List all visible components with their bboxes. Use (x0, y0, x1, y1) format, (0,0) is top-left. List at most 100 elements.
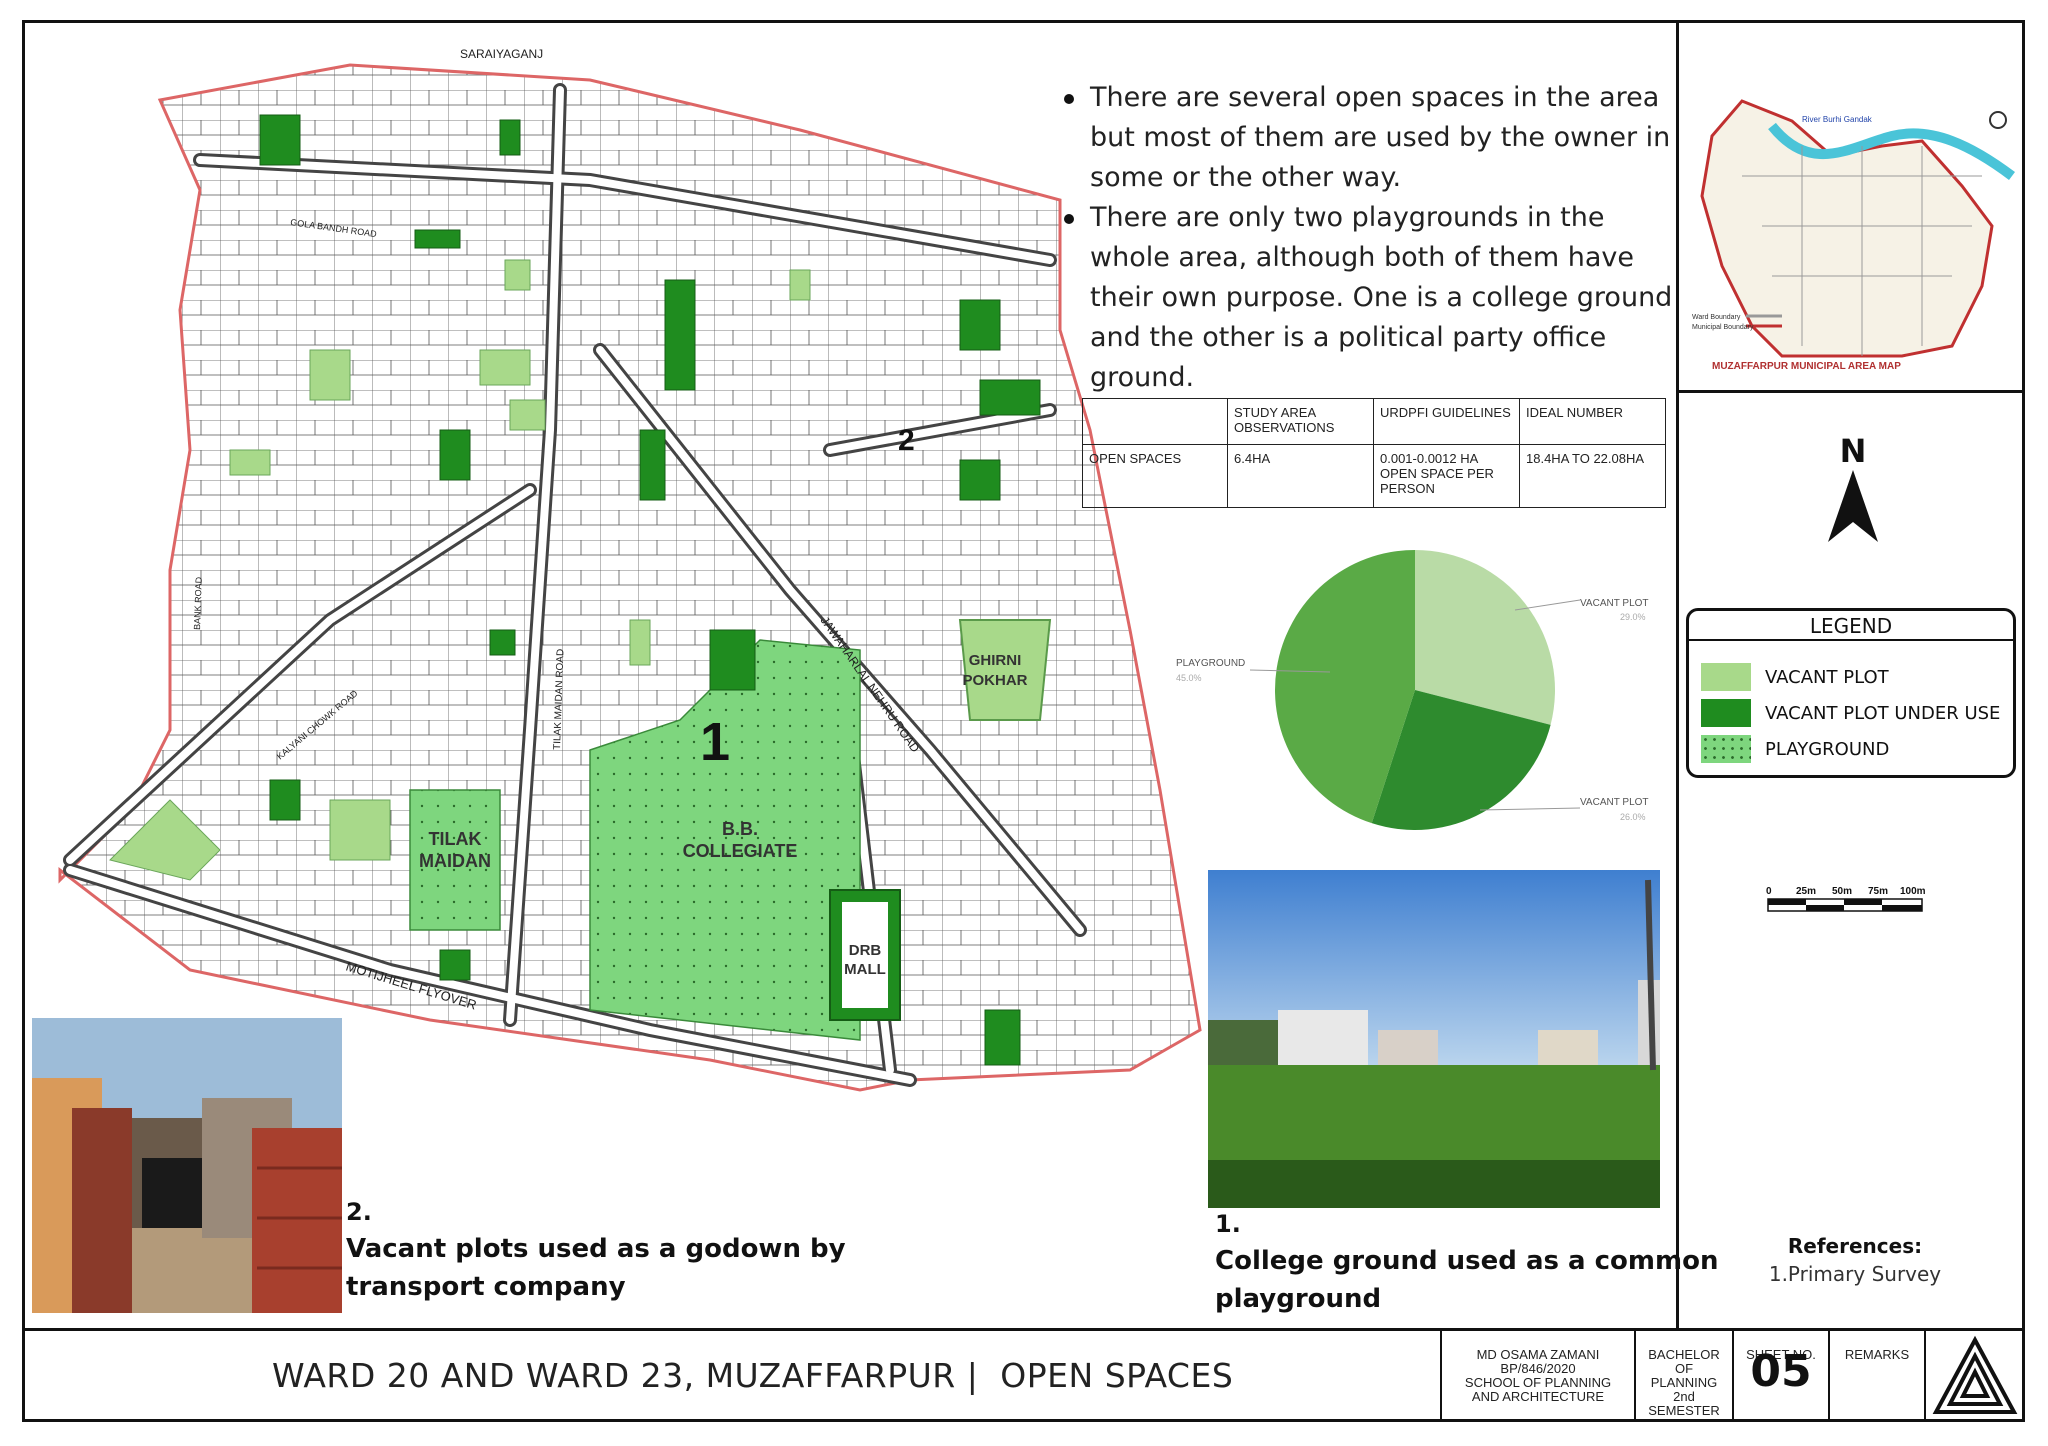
photo-college-ground (1208, 870, 1660, 1208)
course-line: 2nd SEMESTER (1648, 1389, 1720, 1418)
north-label: N (1840, 432, 1867, 470)
table-row: OPEN SPACES 6.4HA 0.001-0.0012 HA OPEN S… (1082, 444, 1666, 508)
sheet-title: WARD 20 AND WARD 23, MUZAFFARPUR | OPEN … (272, 1356, 1234, 1395)
label-pokhar: POKHAR (962, 672, 1027, 689)
open-space-pie-chart: VACANT PLOT 29.0% VACANT PLOT 26.0% PLAY… (1176, 550, 1649, 830)
pie-label-vacant-1: VACANT PLOT (1580, 598, 1649, 609)
author-school-2: AND ARCHITECTURE (1471, 1389, 1605, 1404)
legend-item-playground: PLAYGROUND (1701, 735, 1889, 763)
legend-label: VACANT PLOT (1765, 666, 1889, 688)
bullet-playgrounds: There are only two playgrounds in the wh… (1062, 198, 1682, 398)
pie-value-vacant-1: 29.0% (1620, 612, 1646, 622)
vacant-plot (479, 349, 531, 386)
course-line: OF (1674, 1361, 1694, 1376)
table-cell: 0.001-0.0012 HA OPEN SPACE PER PERSON (1373, 444, 1520, 508)
label-ghirni: GHIRNI (969, 652, 1022, 669)
pie-label-vacant-2: VACANT PLOT (1580, 797, 1649, 808)
vacant-plot-under-use (439, 429, 471, 481)
photo-godown (32, 1018, 342, 1313)
logo-icon (1932, 1335, 2018, 1414)
table-cell: OPEN SPACES (1082, 444, 1228, 508)
remarks-label: REMARKS (1844, 1347, 1910, 1362)
divider-title-block (22, 1328, 2025, 1331)
open-space-standards-table: STUDY AREA OBSERVATIONS URDPFI GUIDELINE… (1082, 397, 1666, 508)
table-cell: 18.4HA TO 22.08HA (1519, 444, 1666, 508)
legend-box: LEGEND VACANT PLOT VACANT PLOT UNDER USE… (1686, 608, 2016, 778)
inset-title: MUZAFFARPUR MUNICIPAL AREA MAP (1712, 361, 1901, 372)
bullet-open-spaces: There are several open spaces in the are… (1062, 78, 1682, 198)
legend-item-vacant: VACANT PLOT (1701, 663, 1889, 691)
photo-college-caption-1: College ground used as a common (1215, 1246, 1719, 1276)
table-header: STUDY AREA OBSERVATIONS (1227, 397, 1374, 446)
pie-label-playground: PLAYGROUND (1176, 658, 1245, 669)
table-cell: 6.4HA (1227, 444, 1374, 508)
label-collegiate: COLLEGIATE (683, 841, 798, 861)
vacant-plot (504, 259, 531, 291)
vacant-plot (229, 449, 271, 476)
vacant-plot (629, 619, 651, 666)
references-title: References: (1787, 1234, 1923, 1258)
photo-godown-number: 2. (346, 1198, 372, 1226)
label-mall: MALL (844, 961, 886, 978)
legend-title: LEGEND (1689, 611, 2013, 641)
legend-swatch-under-use (1701, 699, 1751, 727)
divider-tb-1 (1440, 1328, 1442, 1422)
vacant-plot-under-use (499, 119, 521, 156)
scale-bar: 0 25m 50m 75m 100m (1766, 886, 1926, 912)
vacant-plot (509, 399, 546, 431)
divider-tb-3 (1732, 1328, 1734, 1422)
scale-label: 0 (1766, 886, 1772, 897)
legend-label: PLAYGROUND (1765, 738, 1890, 760)
legend-label: VACANT PLOT UNDER USE (1765, 702, 2001, 724)
photo-godown-caption-1: Vacant plots used as a godown by (346, 1234, 846, 1264)
sheet-number: 05 (1750, 1346, 1812, 1397)
vacant-plot-under-use (639, 429, 666, 501)
label-tilak: TILAK (429, 829, 482, 849)
north-arrow-icon: N (1828, 432, 1878, 542)
course-block: BACHELOR OF PLANNING 2nd SEMESTER (1636, 1348, 1732, 1418)
ghirni-pokhar (958, 619, 1052, 721)
vacant-plot-under-use (269, 779, 301, 821)
divider-inset (1676, 390, 2025, 393)
vacant-plot (789, 269, 811, 301)
author-school: SCHOOL OF PLANNING (1464, 1375, 1612, 1390)
inset-river-label: River Burhi Gandak (1802, 115, 1873, 124)
vacant-plot-under-use (664, 279, 696, 391)
road-label-bank: BANK ROAD (192, 576, 204, 630)
vacant-plot-under-use (439, 949, 471, 981)
vacant-plot-under-use (979, 379, 1041, 416)
scale-label: 50m (1832, 886, 1852, 897)
author-name: MD OSAMA ZAMANI (1476, 1347, 1600, 1362)
photo-godown-caption-2: transport company (346, 1272, 626, 1302)
vacant-plot-under-use (489, 629, 516, 656)
scale-label: 25m (1796, 886, 1816, 897)
scale-label: 75m (1868, 886, 1888, 897)
marker-2: 2 (898, 424, 915, 457)
author-id: BP/846/2020 (1500, 1361, 1576, 1376)
table-header-row: STUDY AREA OBSERVATIONS URDPFI GUIDELINE… (1082, 397, 1666, 446)
marker-1: 1 (700, 712, 730, 772)
label-drb: DRB (849, 942, 882, 959)
course-line: PLANNING (1650, 1375, 1718, 1390)
vacant-plot-under-use (959, 459, 1001, 501)
label-maidan: MAIDAN (419, 851, 491, 871)
inset-legend-ward: Ward Boundary (1692, 314, 1741, 321)
vacant-plot-under-use (259, 114, 301, 166)
table-header (1082, 397, 1228, 446)
table-header: IDEAL NUMBER (1519, 397, 1666, 446)
inset-legend-municipal: Municipal Boundary (1692, 324, 1754, 331)
divider-tb-4 (1828, 1328, 1830, 1422)
label-bb: B.B. (722, 819, 758, 839)
road-label-saraiyaganj: SARAIYAGANJ (460, 47, 543, 61)
vacant-plot-under-use (414, 229, 461, 249)
legend-swatch-playground (1701, 735, 1751, 763)
municipal-inset-map: River Burhi Gandak Ward Boundary Municip… (1692, 99, 2015, 372)
ward-map: TILAK MAIDAN B.B. COLLEGIATE GHIRNI POKH… (58, 47, 1202, 1092)
vacant-plot-under-use (959, 299, 1001, 351)
vacant-plot-under-use (984, 1009, 1021, 1066)
legend-item-vacant-under-use: VACANT PLOT UNDER USE (1701, 699, 2000, 727)
divider-tb-5 (1924, 1328, 1926, 1422)
vacant-plot (329, 799, 391, 861)
table-header: URDPFI GUIDELINES (1373, 397, 1520, 446)
scale-label: 100m (1900, 886, 1926, 897)
